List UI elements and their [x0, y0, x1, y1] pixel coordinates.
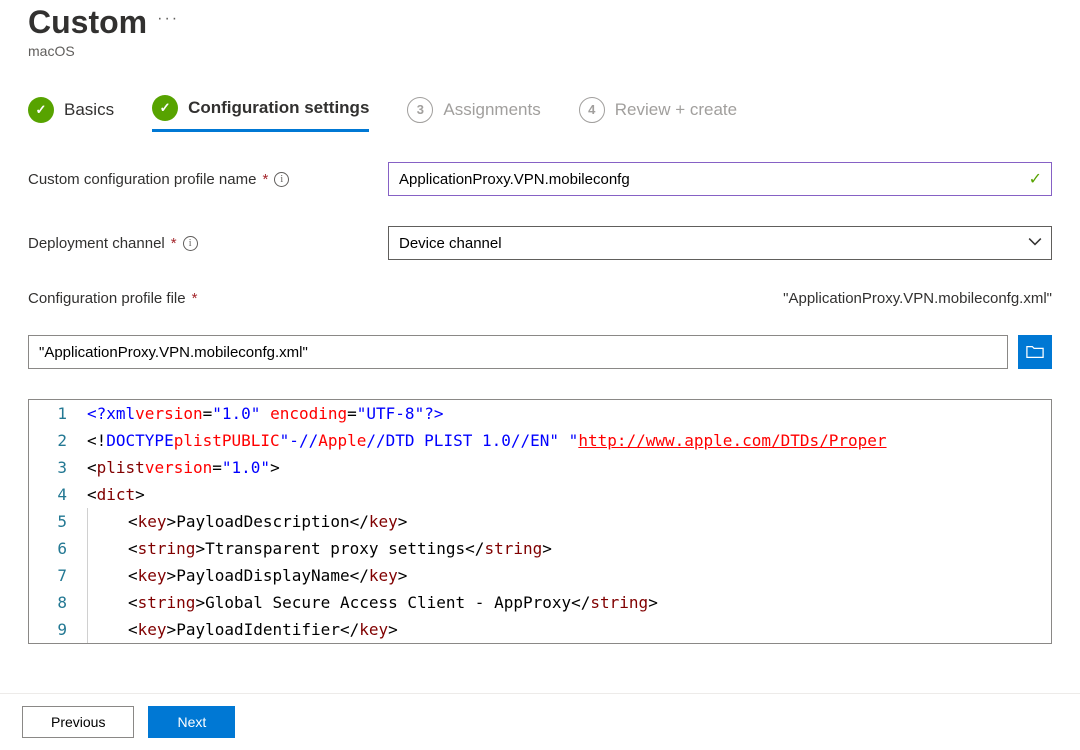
previous-button[interactable]: Previous [22, 706, 134, 738]
step-assignments[interactable]: 3 Assignments [407, 95, 540, 132]
required-icon: * [192, 290, 198, 307]
line-number: 6 [29, 535, 87, 562]
line-number: 3 [29, 454, 87, 481]
code-line: 7<key>PayloadDisplayName</key> [29, 562, 1051, 589]
info-icon[interactable]: i [183, 236, 198, 251]
step-configuration-settings[interactable]: ✓ Configuration settings [152, 95, 369, 132]
step-label: Review + create [615, 100, 737, 120]
step-number-icon: 4 [579, 97, 605, 123]
step-review-create[interactable]: 4 Review + create [579, 95, 737, 132]
code-line: 3<plist version="1.0"> [29, 454, 1051, 481]
line-number: 2 [29, 427, 87, 454]
page-subtitle: macOS [28, 43, 1052, 59]
line-number: 4 [29, 481, 87, 508]
line-number: 9 [29, 616, 87, 643]
deployment-channel-label: Deployment channel * i [28, 235, 388, 252]
profile-name-input[interactable] [388, 162, 1052, 196]
deployment-channel-select[interactable] [388, 226, 1052, 260]
config-file-display: "ApplicationProxy.VPN.mobileconfg.xml" [783, 290, 1052, 307]
step-label: Configuration settings [188, 98, 369, 118]
code-line: 4<dict> [29, 481, 1051, 508]
next-button[interactable]: Next [148, 706, 235, 738]
valid-check-icon: ✓ [1029, 169, 1042, 189]
wizard-steps: ✓ Basics ✓ Configuration settings 3 Assi… [28, 95, 1052, 132]
code-line: 8<string>Global Secure Access Client - A… [29, 589, 1051, 616]
info-icon[interactable]: i [274, 172, 289, 187]
profile-name-label: Custom configuration profile name * i [28, 171, 388, 188]
config-file-input[interactable] [28, 335, 1008, 369]
code-line: 9<key>PayloadIdentifier</key> [29, 616, 1051, 643]
page-title: Custom [28, 4, 147, 41]
code-line: 2<!DOCTYPE plist PUBLIC "-//Apple//DTD P… [29, 427, 1051, 454]
line-number: 1 [29, 400, 87, 427]
line-number: 7 [29, 562, 87, 589]
step-label: Assignments [443, 100, 540, 120]
required-icon: * [262, 171, 268, 188]
config-file-label: Configuration profile file * [28, 290, 388, 307]
folder-icon [1026, 344, 1044, 360]
required-icon: * [171, 235, 177, 252]
step-basics[interactable]: ✓ Basics [28, 95, 114, 132]
xml-code-editor[interactable]: 1<?xml version="1.0" encoding="UTF-8"?>2… [28, 399, 1052, 644]
step-label: Basics [64, 100, 114, 120]
code-line: 1<?xml version="1.0" encoding="UTF-8"?> [29, 400, 1051, 427]
step-number-icon: 3 [407, 97, 433, 123]
code-line: 6<string>Ttransparent proxy settings</st… [29, 535, 1051, 562]
browse-file-button[interactable] [1018, 335, 1052, 369]
code-line: 5<key>PayloadDescription</key> [29, 508, 1051, 535]
check-icon: ✓ [152, 95, 178, 121]
more-actions-icon[interactable]: ··· [157, 10, 179, 28]
line-number: 5 [29, 508, 87, 535]
line-number: 8 [29, 589, 87, 616]
wizard-footer: Previous Next [0, 693, 1080, 750]
check-icon: ✓ [28, 97, 54, 123]
